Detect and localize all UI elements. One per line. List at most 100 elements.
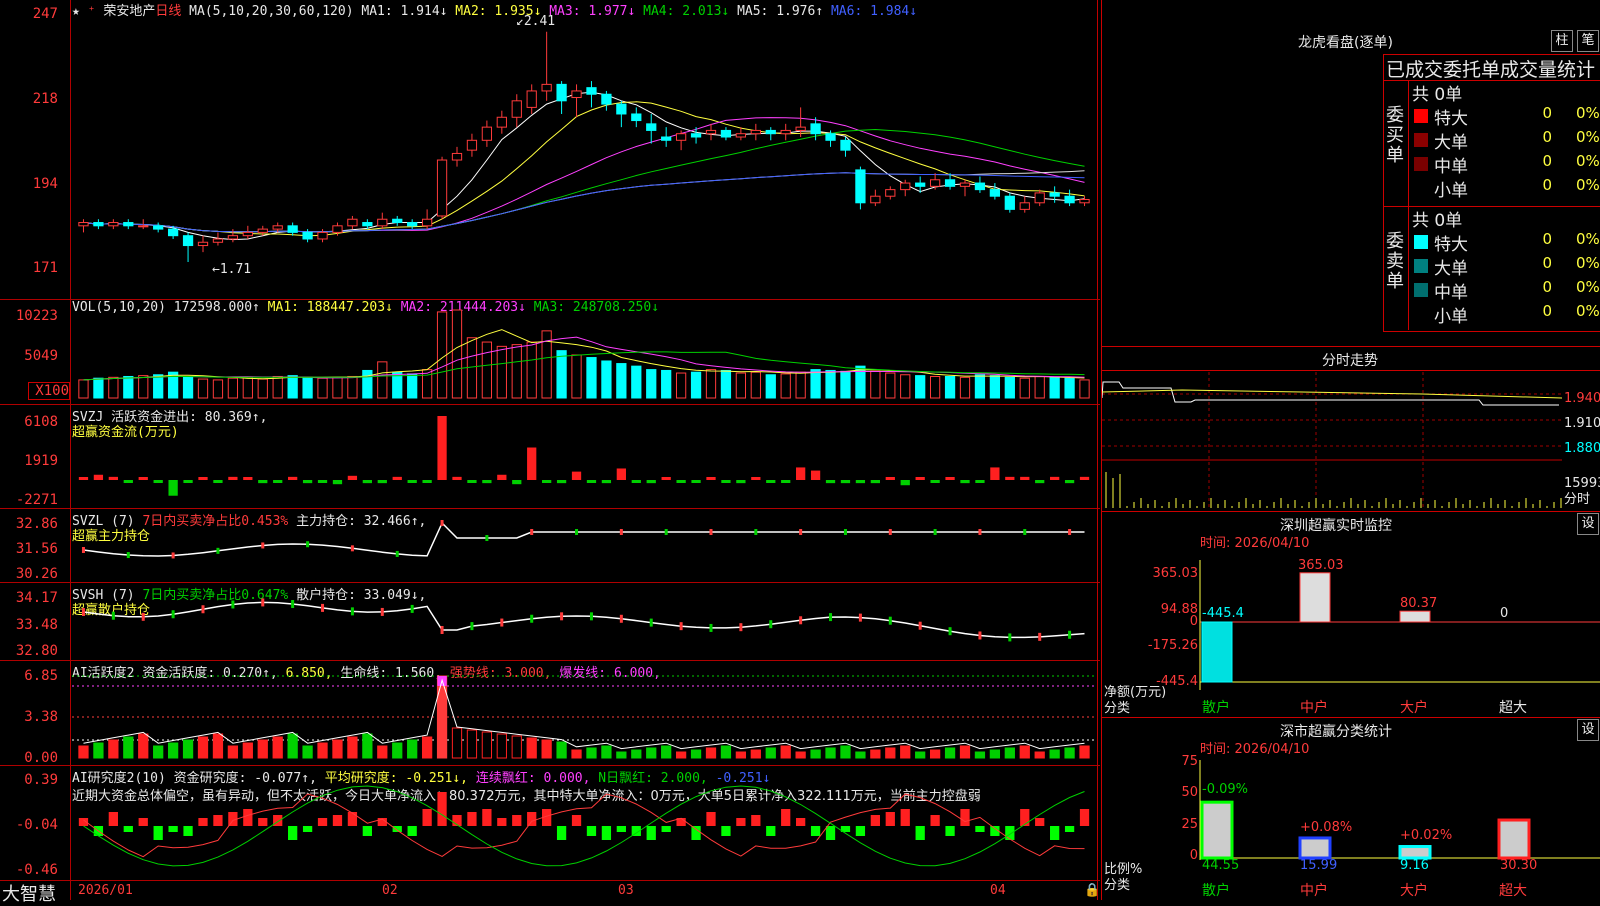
candle-body xyxy=(810,123,821,135)
svsh-tick xyxy=(261,598,265,607)
svsh-tick xyxy=(709,623,713,632)
candle-body xyxy=(317,231,328,240)
volume-bar xyxy=(750,371,761,399)
ai1-bar xyxy=(720,745,732,759)
svzj-bar xyxy=(377,480,387,484)
vol-ma20-line xyxy=(83,351,1085,381)
ai1-bar xyxy=(944,747,956,759)
svsh-tick xyxy=(918,621,922,630)
ai1-bar xyxy=(631,749,642,759)
volume-bar xyxy=(377,361,388,399)
ai2-bar xyxy=(288,826,298,840)
ai1-bar xyxy=(541,739,552,759)
ai2-bar xyxy=(153,826,163,840)
candle-body xyxy=(1049,192,1060,197)
volume-bar xyxy=(720,369,732,399)
ai2-bar xyxy=(527,812,537,826)
ai1-bar xyxy=(362,733,373,759)
volume-bar xyxy=(227,377,239,399)
ai1-bar xyxy=(900,745,911,759)
ai1-bar xyxy=(451,727,463,759)
ai1-bar xyxy=(646,747,657,759)
volume-bar xyxy=(1019,377,1030,399)
ai2-bar xyxy=(810,826,821,836)
ai1-bar xyxy=(287,733,298,759)
svsh-tick xyxy=(1068,630,1072,639)
svzj-bar xyxy=(482,480,492,484)
candle-body xyxy=(825,133,836,141)
ai1-bar xyxy=(392,742,403,759)
svzj-bar xyxy=(571,471,582,480)
monitor-bar xyxy=(1299,572,1331,623)
candle-body xyxy=(287,225,298,233)
candle-body xyxy=(197,241,209,247)
svzj-bar xyxy=(990,467,1000,480)
svsh-tick xyxy=(978,631,982,640)
volume-bar xyxy=(347,375,358,399)
ai2-bar xyxy=(915,826,925,840)
ai2-bar xyxy=(556,826,567,840)
volume-bar xyxy=(646,369,657,399)
volume-bar xyxy=(795,371,806,399)
svsh-tick xyxy=(410,604,414,613)
candle-body xyxy=(765,129,776,135)
svzl-tick xyxy=(619,529,623,535)
volume-bar xyxy=(362,369,373,399)
svzl-tick xyxy=(843,529,847,535)
svzj-bar xyxy=(915,477,925,480)
svzl-tick xyxy=(664,529,668,535)
ai2-bar xyxy=(781,809,791,826)
svzj-bar xyxy=(258,480,268,484)
volume-bar xyxy=(944,375,956,399)
ai2-bar xyxy=(975,826,985,832)
svzj-bar xyxy=(243,477,253,480)
volume-bar xyxy=(1034,375,1045,399)
ai1-bar xyxy=(153,745,164,759)
ai2-bar xyxy=(213,815,223,826)
svsh-tick xyxy=(380,607,384,616)
ai2-bar xyxy=(870,815,880,826)
svsh-tick xyxy=(619,614,623,623)
candle-body xyxy=(616,103,627,115)
volume-bar xyxy=(1004,376,1015,399)
svzj-bar xyxy=(347,475,358,480)
candle-body xyxy=(900,182,911,191)
ai1-bar xyxy=(989,749,1001,759)
candle-body xyxy=(840,139,851,151)
ai1-bar xyxy=(93,742,104,759)
chart-area[interactable]: ★ ⁺ 荣安地产日线 MA(5,10,20,30,60,120) MA1: 1.… xyxy=(0,0,1100,905)
svsh-tick xyxy=(829,613,833,622)
ai2-bar xyxy=(661,826,671,832)
volume-bar xyxy=(571,354,582,399)
ai2-bar xyxy=(302,826,313,832)
ai1-bar xyxy=(108,739,119,759)
ai1-bar xyxy=(915,751,926,759)
ai2-bar xyxy=(108,812,118,826)
svzj-bar xyxy=(228,476,238,480)
volume-bar xyxy=(661,369,672,399)
candle-body xyxy=(661,136,672,141)
svzl-tick xyxy=(799,529,803,535)
ai1-bar xyxy=(78,745,89,759)
svzj-bar xyxy=(302,480,313,484)
ai1-bar xyxy=(571,749,582,759)
svzl-tick xyxy=(261,542,265,549)
ai1-bar xyxy=(750,749,761,759)
ai2-bar xyxy=(362,826,372,836)
ai1-bar xyxy=(1034,751,1045,759)
svzj-bar xyxy=(407,480,417,483)
svzj-bar xyxy=(601,480,612,484)
candle-body xyxy=(242,231,253,237)
candle-body xyxy=(526,90,537,108)
svzj-bar xyxy=(422,480,432,483)
svzl-line xyxy=(83,521,1085,557)
svzj-bar xyxy=(452,476,462,480)
candle-body xyxy=(93,222,104,227)
ai1-bar xyxy=(616,751,627,759)
volume-bar xyxy=(885,372,896,399)
ai1-bar xyxy=(123,736,134,759)
svzj-bar xyxy=(840,480,851,484)
svzj-bar xyxy=(646,480,656,484)
candle-body xyxy=(780,129,791,135)
ai1-bar xyxy=(780,745,791,759)
